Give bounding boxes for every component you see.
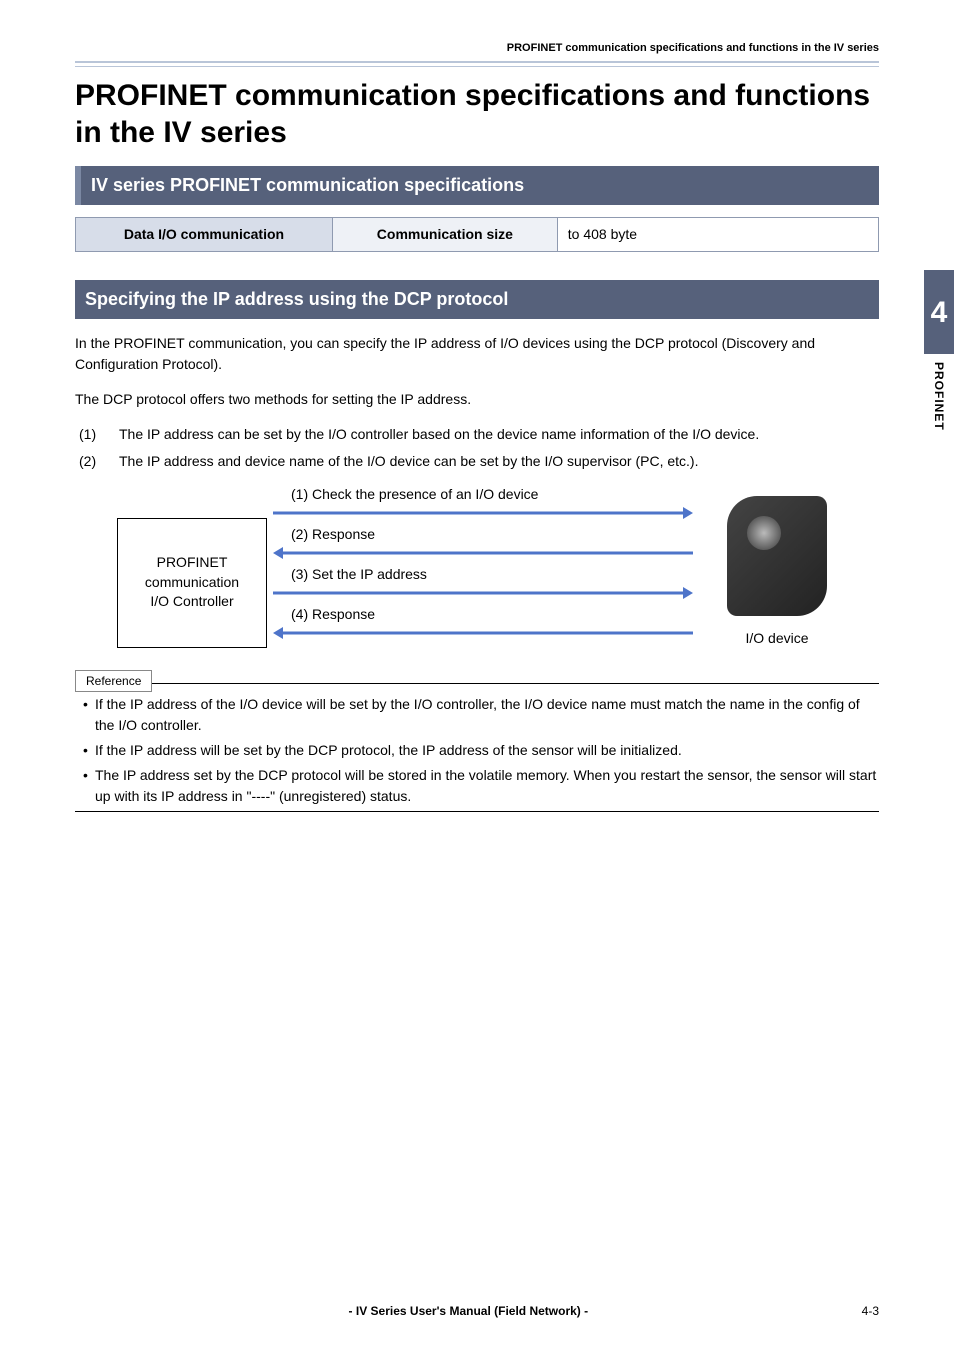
list-number: (1) [79,424,119,445]
arrow-right-icon [273,586,693,600]
controller-box: PROFINET communication I/O Controller [117,518,267,648]
footer-page-number: 4-3 [862,1302,879,1320]
reference-item: If the IP address of the I/O device will… [83,694,879,736]
arrow-row: (3) Set the IP address [273,566,711,600]
arrows-column: (1) Check the presence of an I/O device … [273,486,711,640]
section-bar-dcp: Specifying the IP address using the DCP … [75,280,879,319]
dcp-diagram: PROFINET communication I/O Controller (1… [117,486,837,649]
arrow-left-icon [273,546,693,560]
reference-heading: Reference [75,670,152,692]
paragraph: In the PROFINET communication, you can s… [75,333,879,375]
list-text: The IP address can be set by the I/O con… [119,424,759,445]
chapter-number-badge: 4 [924,270,954,354]
reference-rule [75,811,879,812]
arrow-right-icon [273,506,693,520]
controller-line: I/O Controller [150,592,233,612]
reference-rule [75,683,879,684]
side-tab: 4 PROFINET [924,270,954,431]
reference-item: If the IP address will be set by the DCP… [83,740,879,761]
reference-block: Reference If the IP address of the I/O d… [75,661,879,812]
arrow-row: (4) Response [273,606,711,640]
spec-cell-label: Data I/O communication [76,217,333,251]
arrow-row: (2) Response [273,526,711,560]
section-bar-specs: IV series PROFINET communication specifi… [75,166,879,205]
page-title: PROFINET communication specifications an… [75,77,879,152]
footer-center: - IV Series User's Manual (Field Network… [75,1302,862,1320]
reference-list: If the IP address of the I/O device will… [83,694,879,807]
list-item: (2) The IP address and device name of th… [79,451,879,472]
arrow-label: (2) Response [291,524,375,545]
running-header: PROFINET communication specifications an… [75,40,879,57]
sensor-image-icon [727,496,827,616]
reference-item: The IP address set by the DCP protocol w… [83,765,879,807]
list-text: The IP address and device name of the I/… [119,451,698,472]
header-divider [75,61,879,67]
arrow-row: (1) Check the presence of an I/O device [273,486,711,520]
arrow-label: (4) Response [291,604,375,625]
spec-cell-sublabel: Communication size [332,217,557,251]
arrow-label: (3) Set the IP address [291,564,427,585]
io-device: I/O device [717,496,837,649]
controller-line: communication [145,573,239,593]
spec-cell-value: to 408 byte [557,217,878,251]
numbered-list: (1) The IP address can be set by the I/O… [79,424,879,472]
spec-table: Data I/O communication Communication siz… [75,217,879,252]
chapter-label: PROFINET [930,362,948,431]
page-footer: - IV Series User's Manual (Field Network… [75,1302,879,1320]
controller-line: PROFINET [157,553,228,573]
table-row: Data I/O communication Communication siz… [76,217,879,251]
list-number: (2) [79,451,119,472]
list-item: (1) The IP address can be set by the I/O… [79,424,879,445]
device-label: I/O device [717,628,837,649]
arrow-left-icon [273,626,693,640]
paragraph: The DCP protocol offers two methods for … [75,389,879,410]
arrow-label: (1) Check the presence of an I/O device [291,484,538,505]
